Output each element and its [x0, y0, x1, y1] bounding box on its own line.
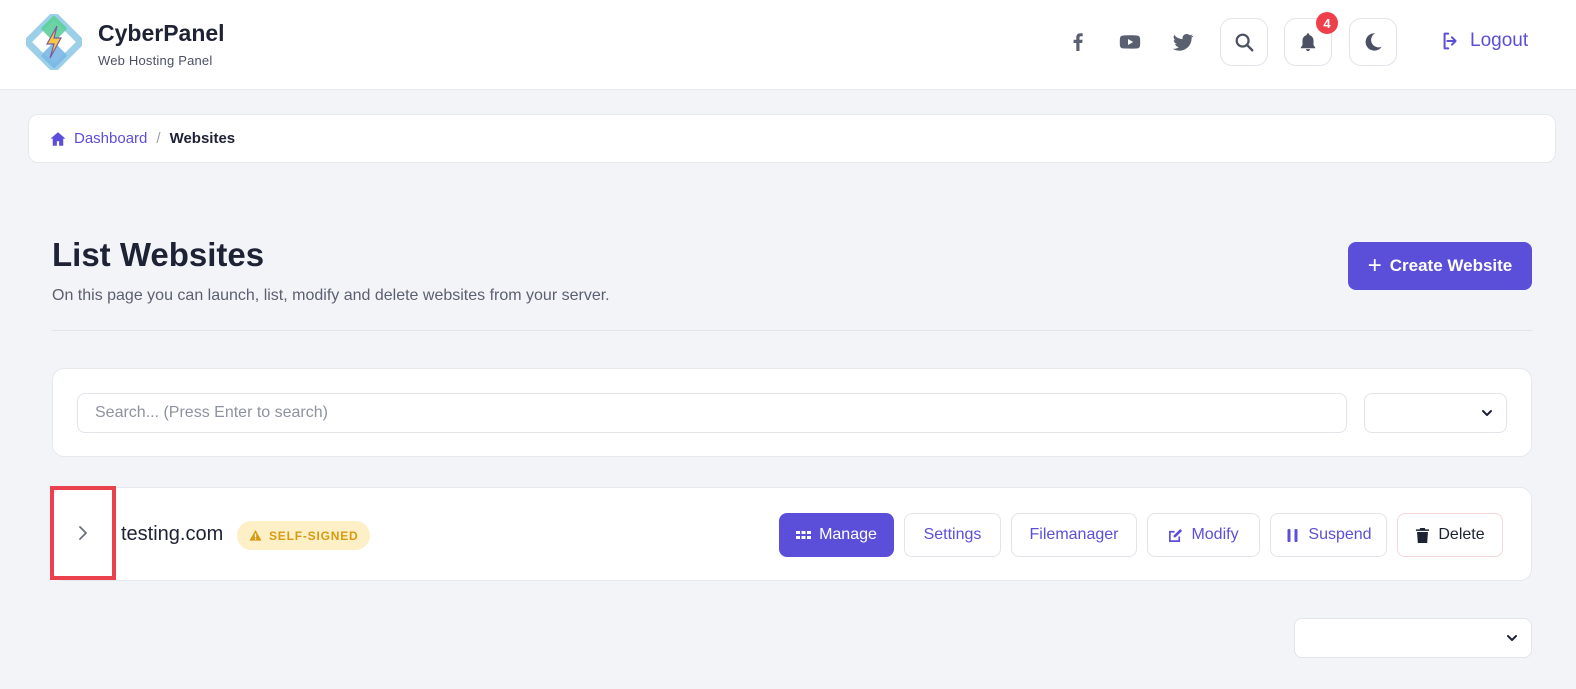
chevron-down-icon	[1482, 410, 1492, 416]
settings-label: Settings	[923, 526, 982, 543]
manage-button[interactable]: Manage	[779, 513, 894, 557]
website-domain[interactable]: testing.com	[121, 523, 223, 546]
delete-button[interactable]: Delete	[1397, 513, 1503, 557]
breadcrumb: Dashboard / Websites	[28, 114, 1556, 163]
chevron-down-icon	[1507, 635, 1517, 641]
expand-row-toggle[interactable]	[50, 486, 116, 580]
search-button[interactable]	[1220, 18, 1268, 66]
modify-label: Modify	[1191, 526, 1239, 543]
create-website-label: Create Website	[1389, 256, 1513, 275]
create-website-button[interactable]: + Create Website	[1348, 242, 1532, 290]
logout-icon	[1443, 32, 1457, 50]
notifications-button[interactable]: 4	[1284, 12, 1338, 66]
suspend-label: Suspend	[1308, 526, 1372, 543]
search-icon	[1235, 33, 1254, 52]
youtube-icon[interactable]	[1118, 30, 1142, 54]
bell-icon	[1300, 33, 1316, 52]
settings-button[interactable]: Settings	[904, 513, 1001, 557]
delete-label: Delete	[1438, 526, 1485, 543]
modify-button[interactable]: Modify	[1147, 513, 1260, 557]
page-title: List Websites	[52, 236, 265, 273]
section-divider	[52, 330, 1532, 331]
cyberpanel-logo[interactable]	[24, 12, 84, 72]
page-size-select[interactable]	[1294, 618, 1532, 658]
filemanager-button[interactable]: Filemanager	[1011, 513, 1137, 557]
filemanager-label: Filemanager	[1029, 526, 1119, 543]
home-icon	[50, 131, 66, 146]
trash-icon	[1416, 527, 1430, 543]
website-row: testing.com SELF-SIGNED Manage Settings …	[50, 486, 1532, 581]
brand-name: CyberPanel	[98, 20, 225, 46]
search-input[interactable]	[77, 393, 1347, 433]
top-header: CyberPanel Web Hosting Panel 4 Logout	[0, 0, 1576, 90]
suspend-button[interactable]: Suspend	[1270, 513, 1387, 557]
moon-icon	[1365, 33, 1382, 51]
grid-icon	[796, 530, 812, 539]
ssl-status-badge: SELF-SIGNED	[237, 521, 371, 550]
pause-icon	[1287, 528, 1298, 542]
ssl-status-label: SELF-SIGNED	[269, 528, 359, 543]
warning-icon	[249, 529, 262, 541]
edit-icon	[1169, 528, 1183, 542]
theme-toggle-button[interactable]	[1349, 18, 1397, 66]
twitter-icon[interactable]	[1171, 30, 1195, 54]
search-card	[52, 368, 1532, 457]
breadcrumb-current: Websites	[169, 130, 236, 147]
page-description: On this page you can launch, list, modif…	[52, 287, 610, 304]
chevron-right-icon	[79, 526, 87, 540]
notification-count-badge: 4	[1316, 12, 1338, 34]
filter-select[interactable]	[1364, 393, 1507, 433]
breadcrumb-dashboard-link[interactable]: Dashboard	[74, 130, 147, 147]
brand-subtitle: Web Hosting Panel	[98, 53, 213, 68]
plus-icon: +	[1367, 252, 1382, 279]
logout-label: Logout	[1470, 30, 1529, 51]
logout-link[interactable]: Logout	[1440, 30, 1528, 52]
facebook-icon[interactable]	[1066, 30, 1090, 54]
breadcrumb-separator: /	[156, 130, 161, 147]
manage-label: Manage	[819, 526, 877, 543]
